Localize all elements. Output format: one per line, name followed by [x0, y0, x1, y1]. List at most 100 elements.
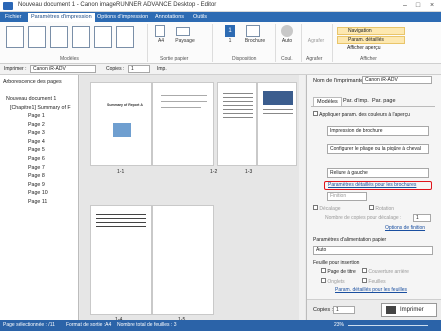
tree-page[interactable]: Page 11 — [28, 198, 47, 207]
tree-page[interactable]: Page 3 — [28, 129, 45, 138]
print-button[interactable]: Imp. — [157, 66, 167, 72]
menu-bar: Fichier Paramètres d'impression Options … — [0, 12, 441, 22]
tab-modeles[interactable]: Modèles — [313, 97, 342, 106]
pages-per-sheet-icon[interactable]: 1 — [225, 25, 235, 37]
paper-source-label: Paramètres d'alimentation papier — [313, 237, 387, 243]
brochure-icon[interactable] — [246, 25, 260, 37]
printer-label: Imprimer : — [4, 66, 27, 72]
tree-document[interactable]: Nouveau document 1 — [6, 95, 56, 104]
decalage-row[interactable]: Décalage — [313, 205, 341, 212]
minimize-icon[interactable]: – — [400, 1, 410, 10]
title-bar: Nouveau document 1 - Canon imageRUNNER A… — [0, 0, 441, 12]
footer-copies-label: Copies : — [313, 307, 334, 313]
zoom-slider[interactable] — [348, 325, 428, 326]
printer-name-select[interactable]: Canon iR-ADV — [362, 76, 432, 84]
group-label: Afficher — [360, 56, 377, 62]
preview-canvas[interactable]: Summary of Report A 1-1 1-3 1-2 1-4 1-5 — [80, 75, 305, 323]
orientation-button[interactable]: Paysage — [172, 38, 198, 44]
page-thumbnail[interactable] — [152, 82, 214, 166]
staple-button[interactable]: Agrafer — [303, 38, 329, 44]
cover-title: Summary of Report A — [107, 103, 143, 107]
template-icon[interactable] — [72, 26, 90, 48]
maximize-icon[interactable]: □ — [413, 1, 423, 10]
offset-label: Nombre de copies pour décalage : — [325, 215, 402, 221]
page-thumbnail[interactable] — [257, 82, 297, 166]
menu-options-impression[interactable]: Options d'impression — [94, 13, 151, 22]
tree-page[interactable]: Page 9 — [28, 181, 45, 190]
tree-heading: Arborescence des pages — [3, 79, 62, 85]
chart-image — [263, 91, 293, 105]
fold-config-select[interactable]: Configurer le pliage ou la piqûre à chev… — [327, 144, 429, 154]
thumb-label: 1-1 — [117, 169, 125, 175]
page-tree-panel: Arborescence des pages Nouveau document … — [0, 75, 79, 320]
brochure-details-link[interactable]: Paramètres détaillés pour les brochures — [328, 182, 416, 188]
template-icon[interactable] — [116, 26, 134, 48]
app-icon — [3, 2, 13, 10]
ribbon: Modèles A4 Paysage Sortie papier 1 1 Bro… — [0, 22, 441, 64]
thumb-label: 1-3 — [245, 169, 253, 175]
tree-page[interactable]: Page 4 — [28, 138, 45, 147]
page-thumbnail[interactable]: Summary of Report A — [90, 82, 152, 166]
decalage-label: Décalage — [319, 206, 341, 212]
tree-page[interactable]: Page 1 — [28, 112, 45, 121]
back-cover-row[interactable]: Couverture arrière — [362, 268, 409, 275]
show-preview-button[interactable]: Afficher aperçu — [337, 45, 405, 53]
menu-parametres-impression[interactable]: Paramètres d'impression — [28, 13, 95, 22]
template-icon[interactable] — [28, 26, 46, 48]
tree-page[interactable]: Page 10 — [28, 189, 48, 198]
printer-icon — [386, 306, 396, 314]
tab-par-imp[interactable]: Par. d'imp. — [340, 97, 372, 105]
zoom-level: 23% — [334, 322, 345, 328]
tree-page[interactable]: Page 5 — [28, 146, 45, 155]
thumb-label: 1-2 — [210, 169, 218, 175]
paper-source-select[interactable]: Auto — [313, 246, 433, 255]
landscape-icon — [176, 27, 190, 36]
pages-per-sheet-value: 1 — [228, 38, 232, 44]
binding-select[interactable]: Reliure à gauche — [327, 168, 429, 178]
print-mode-select[interactable]: Impression de brochure — [327, 126, 429, 136]
settings-panel: Nom de l'imprimante : Canon iR-ADV Modèl… — [306, 75, 441, 320]
title-page-row[interactable]: Page de titre — [321, 268, 356, 275]
tree-page[interactable]: Page 2 — [28, 121, 45, 130]
menu-fichier[interactable]: Fichier — [2, 13, 25, 22]
group-label: Modèles — [60, 56, 79, 62]
menu-outils[interactable]: Outils — [190, 13, 210, 22]
close-icon[interactable]: × — [427, 1, 437, 10]
template-icon[interactable] — [50, 26, 68, 48]
onglets-row[interactable]: Onglets — [321, 278, 345, 285]
menu-annotations[interactable]: Annotations — [152, 13, 187, 22]
onglets-label: Onglets — [327, 279, 345, 285]
color-button[interactable]: Auto — [277, 38, 297, 44]
cover-image — [113, 123, 131, 137]
tree-page[interactable]: Page 8 — [28, 172, 45, 181]
footer-copies-input[interactable]: 1 — [333, 306, 355, 314]
tree-page[interactable]: Page 6 — [28, 155, 45, 164]
finishing-options-link[interactable]: Options de finition — [385, 225, 425, 231]
template-icon[interactable] — [6, 26, 24, 48]
tree-page[interactable]: Page 7 — [28, 164, 45, 173]
inserts-details-link[interactable]: Param. détaillés pour les feuilles — [335, 287, 407, 293]
template-icon[interactable] — [94, 26, 112, 48]
rotation-row[interactable]: Rotation — [369, 205, 394, 212]
print-toolbar: Imprimer : Canon iR-ADV Copies : 1 Imp. — [0, 64, 441, 75]
tab-par-page[interactable]: Par. page — [369, 97, 399, 105]
apply-colors-row[interactable]: Appliquer param. des couleurs à l'aperçu — [313, 111, 410, 118]
offset-input[interactable]: 1 — [413, 214, 431, 222]
navigation-button[interactable]: Navigation — [337, 27, 405, 35]
feuilles-row[interactable]: Feuilles — [362, 278, 386, 285]
apply-colors-checkbox[interactable] — [313, 111, 318, 116]
vertical-scrollbar[interactable] — [299, 75, 305, 320]
page-thumbnail[interactable] — [90, 205, 152, 315]
page-thumbnail[interactable] — [217, 82, 257, 166]
paper-size-button[interactable]: A4 — [150, 38, 172, 44]
page-thumbnail[interactable] — [152, 205, 214, 315]
copies-input[interactable]: 1 — [128, 65, 150, 73]
status-bar: Page sélectionnée : /11 Format de sortie… — [0, 320, 441, 331]
printer-name-label: Nom de l'imprimante : — [313, 78, 367, 84]
color-icon[interactable] — [281, 25, 293, 37]
printer-select[interactable]: Canon iR-ADV — [30, 65, 96, 73]
brochure-button[interactable]: Brochure — [241, 38, 269, 44]
group-label: Disposition — [232, 56, 257, 62]
detailed-settings-button[interactable]: Param. détaillés — [337, 36, 405, 44]
finishing-select[interactable]: Finition — [327, 192, 367, 201]
